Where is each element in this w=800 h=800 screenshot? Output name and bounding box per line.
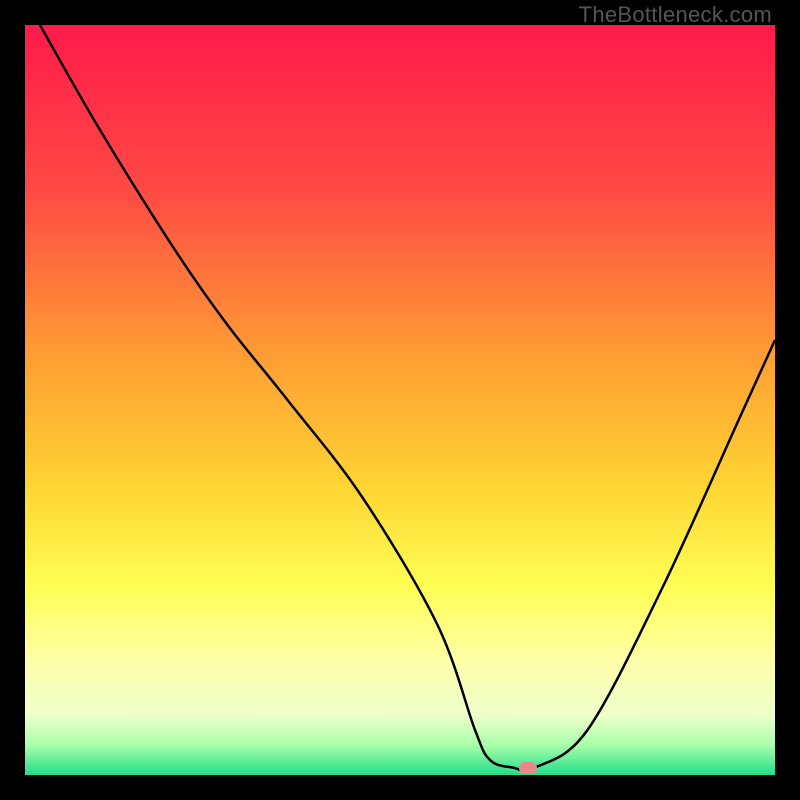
optimum-marker [519,762,537,774]
chart-plot-area [25,25,775,775]
watermark-text: TheBottleneck.com [579,2,772,28]
chart-curve [25,25,775,775]
